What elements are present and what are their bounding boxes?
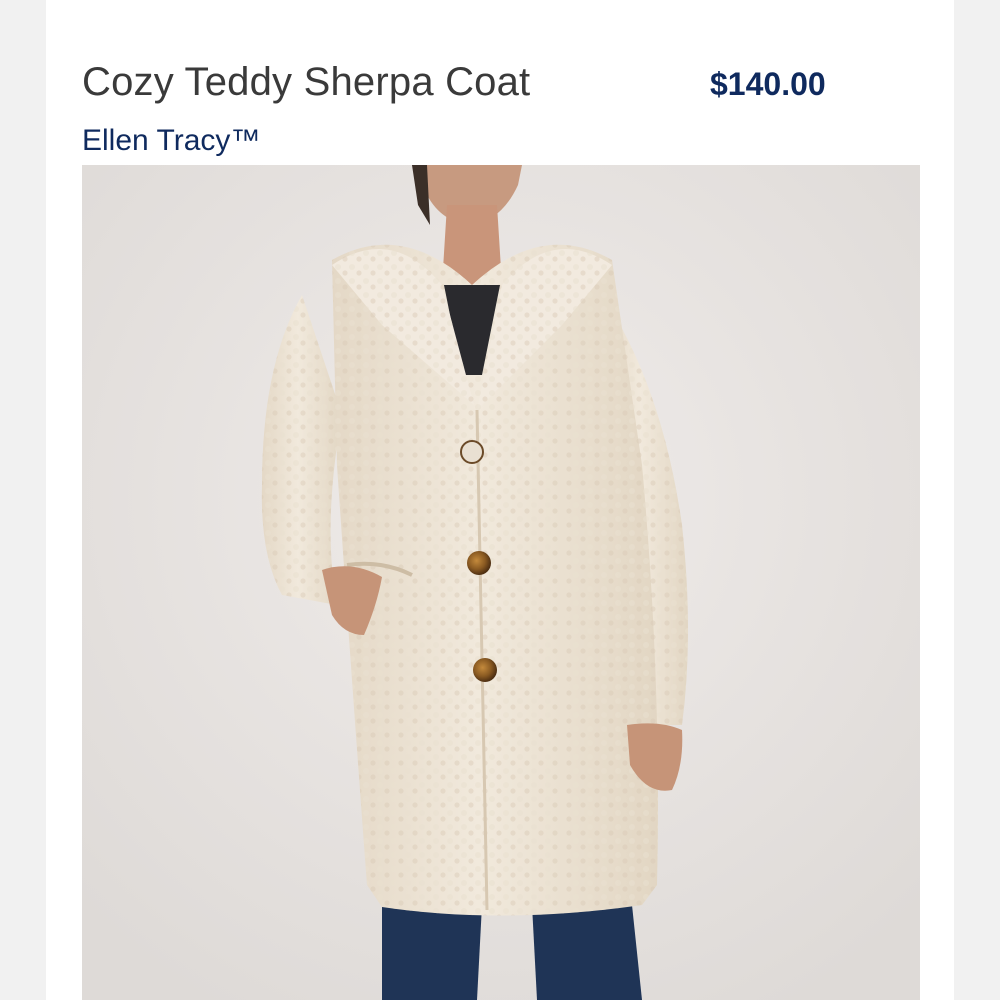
coat-button-3 [473, 658, 497, 682]
coat-photo-illustration [82, 165, 920, 1000]
left-gutter [0, 0, 46, 1000]
jeans-left [382, 905, 482, 1000]
right-gutter [954, 0, 1000, 1000]
coat-button-1 [460, 440, 484, 464]
product-card: Cozy Teddy Sherpa Coat $140.00 Ellen Tra… [46, 0, 954, 1000]
product-image[interactable] [82, 165, 920, 1000]
coat-button-2 [467, 551, 491, 575]
product-price: $140.00 [710, 66, 826, 102]
jeans-right [532, 905, 642, 1000]
product-title[interactable]: Cozy Teddy Sherpa Coat [82, 60, 530, 105]
product-brand-link[interactable]: Ellen Tracy™ [82, 124, 260, 158]
